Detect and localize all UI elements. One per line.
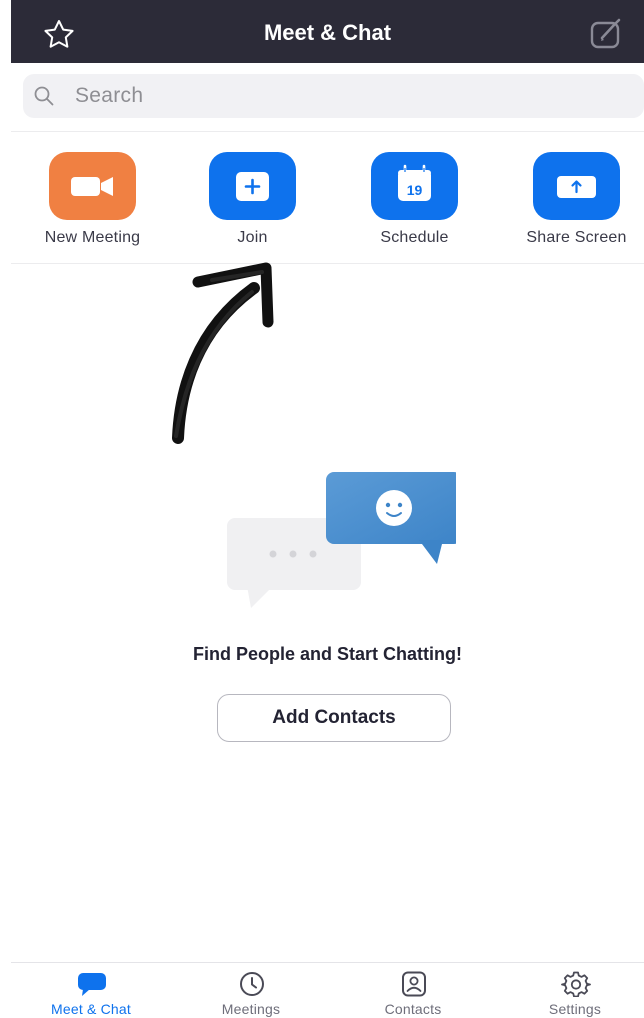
calendar-icon: 19 bbox=[398, 164, 431, 201]
divider bbox=[11, 131, 644, 132]
share-screen-label: Share Screen bbox=[526, 229, 627, 246]
hand-drawn-arrow-icon bbox=[172, 262, 274, 444]
page-title: Meet & Chat bbox=[263, 20, 392, 45]
tab-label: Settings bbox=[548, 1001, 602, 1017]
gear-icon bbox=[561, 971, 591, 997]
tab-meet-and-chat[interactable]: Meet & Chat bbox=[11, 963, 171, 1018]
tab-settings[interactable]: Settings bbox=[495, 963, 644, 1018]
new-meeting-tile bbox=[49, 152, 136, 220]
search-input[interactable]: Search bbox=[23, 74, 644, 118]
chat-bubbles-illustration-icon bbox=[227, 472, 456, 608]
tab-label: Meet & Chat bbox=[50, 1001, 131, 1017]
calendar-day: 19 bbox=[407, 182, 423, 198]
bottom-tab-bar: Meet & Chat Meetings Contacts Settings bbox=[11, 962, 644, 1018]
clock-icon bbox=[240, 972, 264, 996]
video-camera-icon bbox=[71, 177, 113, 196]
divider bbox=[11, 263, 644, 264]
share-screen-button[interactable]: Share Screen bbox=[495, 152, 644, 252]
join-tile bbox=[209, 152, 296, 220]
app-screen: Meet & Chat Search New Meeting Join 19 S… bbox=[11, 0, 644, 1018]
tab-label: Meetings bbox=[221, 1001, 281, 1017]
top-navigation-bar: Meet & Chat bbox=[11, 0, 644, 63]
share-screen-tile bbox=[533, 152, 620, 220]
compose-icon bbox=[590, 18, 621, 49]
tab-contacts[interactable]: Contacts bbox=[333, 963, 493, 1018]
search-icon bbox=[34, 86, 54, 106]
tab-meetings[interactable]: Meetings bbox=[171, 963, 331, 1018]
new-meeting-button[interactable]: New Meeting bbox=[11, 152, 171, 252]
search-placeholder: Search bbox=[75, 84, 144, 107]
schedule-tile: 19 bbox=[371, 152, 458, 220]
chat-bubble-icon bbox=[78, 973, 106, 996]
empty-state-title: Find People and Start Chatting! bbox=[193, 644, 462, 664]
share-upload-icon bbox=[557, 176, 596, 198]
schedule-button[interactable]: 19 Schedule bbox=[333, 152, 493, 252]
plus-icon bbox=[236, 172, 269, 201]
compose-button[interactable] bbox=[588, 16, 628, 52]
add-contacts-button[interactable]: Add Contacts bbox=[217, 694, 451, 742]
join-button[interactable]: Join bbox=[171, 152, 331, 252]
tab-label: Contacts bbox=[384, 1001, 442, 1017]
contact-card-icon bbox=[402, 971, 426, 997]
